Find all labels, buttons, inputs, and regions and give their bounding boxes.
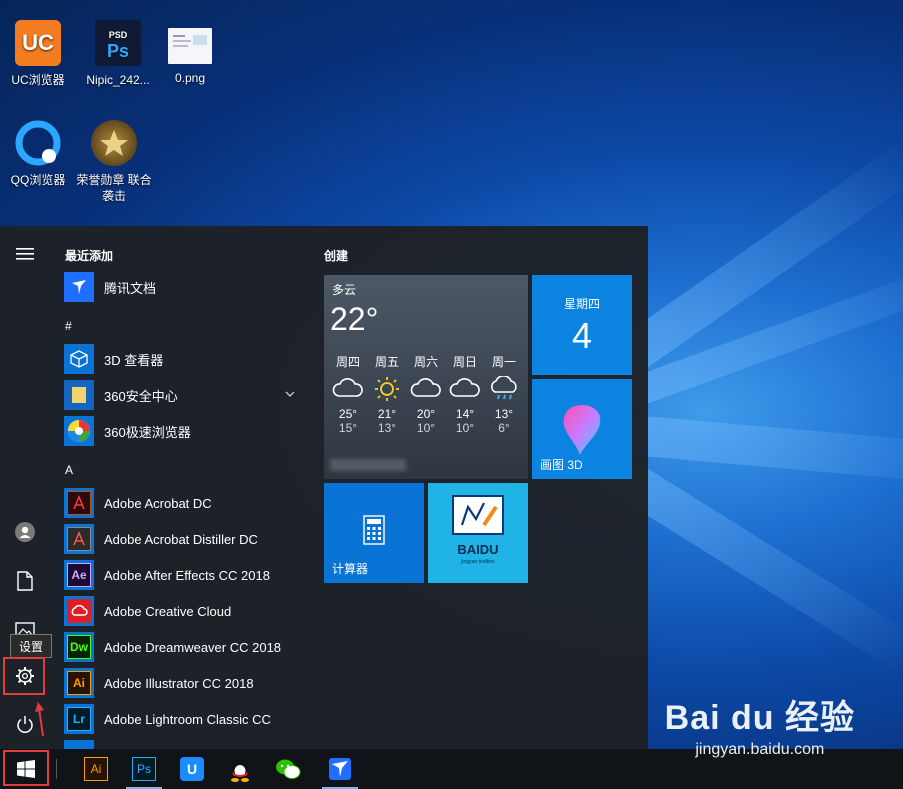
taskbar-tencent-docs[interactable] [316,749,364,789]
360-browser-icon [64,416,94,446]
app-creative-cloud[interactable]: Adobe Creative Cloud [64,595,304,627]
desktop-icon-psd[interactable]: PSD Ps Nipic_242... [78,20,158,88]
taskbar-divider [56,759,57,779]
power-icon [17,716,33,733]
calculator-icon [363,515,385,545]
cloudy-icon [332,378,363,397]
forecast-day: 周六 20° 10° [406,353,446,435]
qq-penguin-icon [231,758,249,782]
app-acrobat-distiller[interactable]: Adobe Acrobat Distiller DC [64,523,304,555]
desktop-icon-medal-game[interactable]: 荣誉勋章 联合袭击 [74,120,154,204]
taskbar-wechat[interactable] [264,749,312,789]
forecast-day: 周四 25° 15° [328,353,368,435]
app-3d-viewer[interactable]: 3D 查看器 [64,343,304,375]
document-icon [17,571,33,591]
user-avatar-icon [15,522,35,542]
desktop-icon-qq-browser[interactable]: QQ浏览器 [0,120,78,188]
hamburger-menu-button[interactable] [0,236,50,272]
rain-icon [491,375,517,400]
tile-area: 创建 多云 22° 周四 25° 15° 周五 21° 13° 周六 20° 1… [324,226,644,749]
cloudy-icon [410,378,441,397]
app-after-effects[interactable]: Ae Adobe After Effects CC 2018 [64,559,304,591]
psd-file-icon: PSD Ps [95,20,141,66]
taskbar-photoshop[interactable]: Ps [120,749,168,789]
photoshop-icon: Ps [132,757,156,781]
png-file-icon [168,28,212,64]
recently-added-heading: 最近添加 [65,249,114,263]
calendar-tile[interactable]: 星期四 4 [532,275,632,375]
start-button-highlight-box [3,750,49,786]
forecast-day: 周一 13° 6° [484,353,524,435]
lightroom-icon: Lr [64,704,94,734]
calculator-tile[interactable]: 计算器 [324,483,424,583]
cloudy-icon [449,378,480,397]
after-effects-icon: Ae [64,560,94,590]
acrobat-icon [64,488,94,518]
forecast-day: 周五 21° 13° [367,353,407,435]
baidu-toolbox-tile[interactable]: BAIDU jingyan toolbox [428,483,528,583]
user-account-button[interactable] [0,514,50,550]
taskbar-illustrator[interactable]: Ai [72,749,120,789]
group-letter-a: A [65,463,74,477]
wechat-icon [276,759,301,779]
paint-3d-tile[interactable]: 画图 3D [532,379,632,479]
qq-browser-icon [15,120,61,166]
baidu-jingyan-watermark: Bai du 经验 jingyan.baidu.com [664,699,855,758]
red-arrow-annotation [35,702,44,737]
app-acrobat-dc[interactable]: Adobe Acrobat DC [64,487,304,519]
hamburger-icon [16,248,34,260]
desktop-icon-uc[interactable]: UC UC浏览器 [0,20,78,88]
start-menu: 最近添加 腾讯文档 # 3D 查看器 360安全中心 360极速浏览器 A Ad… [0,226,648,749]
tencent-docs-icon [329,758,351,780]
weather-tile[interactable]: 多云 22° 周四 25° 15° 周五 21° 13° 周六 20° 10° [324,275,528,479]
weather-temperature: 22° [330,301,379,337]
folder-icon [64,380,94,410]
location-blurred [330,459,406,471]
app-dreamweaver[interactable]: Dw Adobe Dreamweaver CC 2018 [64,631,304,663]
taskbar-qq[interactable] [216,749,264,789]
uc-browser-icon: UC [15,20,61,66]
store-bag-icon: U [180,757,204,781]
3d-viewer-icon [64,344,94,374]
distiller-icon [64,524,94,554]
app-list-partial-item [64,739,304,749]
settings-tooltip: 设置 [10,634,52,658]
forecast-day: 周日 14° 10° [445,353,485,435]
paint-3d-icon [563,405,601,455]
tencent-docs-icon [64,272,94,302]
app-tencent-docs[interactable]: 腾讯文档 [64,271,304,303]
creative-cloud-icon [64,596,94,626]
taskbar-store[interactable]: U [168,749,216,789]
illustrator-icon: Ai [64,668,94,698]
dreamweaver-icon: Dw [64,632,94,662]
settings-highlight-box [3,657,45,695]
tiles-group-heading: 创建 [324,249,349,263]
weather-condition: 多云 [332,283,357,297]
group-letter-hash: # [65,319,72,333]
documents-button[interactable] [0,563,50,599]
chevron-down-icon[interactable] [284,388,296,400]
app-360-security-folder[interactable]: 360安全中心 [64,379,304,411]
illustrator-icon: Ai [84,757,108,781]
game-medal-icon [91,120,137,166]
app-360-browser[interactable]: 360极速浏览器 [64,415,304,447]
baidu-toolbox-icon [452,495,504,535]
sunny-icon [375,377,399,401]
app-illustrator[interactable]: Ai Adobe Illustrator CC 2018 [64,667,304,699]
app-list: 最近添加 腾讯文档 # 3D 查看器 360安全中心 360极速浏览器 A Ad… [56,226,312,749]
app-lightroom[interactable]: Lr Adobe Lightroom Classic CC [64,703,304,735]
desktop-icon-png[interactable]: 0.png [150,20,230,86]
